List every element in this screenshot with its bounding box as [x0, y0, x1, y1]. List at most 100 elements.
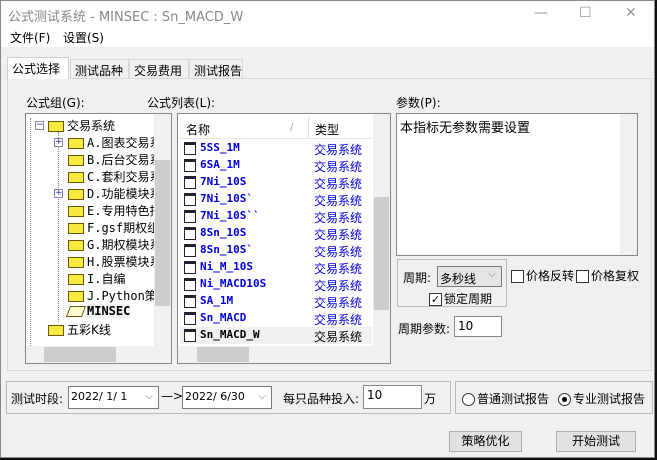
- expand-icon[interactable]: +: [54, 189, 63, 198]
- tree-node-color-kline[interactable]: 五彩K线: [48, 321, 111, 338]
- tree-node[interactable]: D.功能模块系: [68, 185, 161, 202]
- tree-node[interactable]: G.期权模块系: [68, 236, 161, 253]
- formula-type: 交易系统: [314, 279, 363, 293]
- column-header-name[interactable]: 名称: [186, 121, 210, 138]
- formula-icon: [184, 159, 196, 172]
- tree-node[interactable]: C.套利交易系: [68, 168, 161, 185]
- list-item[interactable]: SA_1M 交易系统: [180, 293, 372, 310]
- lock-period-checkbox[interactable]: ✓ 锁定周期: [429, 290, 492, 307]
- list-item[interactable]: 7Ni_10S`` 交易系统: [180, 208, 372, 225]
- formula-icon: [184, 142, 196, 155]
- invest-input[interactable]: 10: [363, 385, 422, 409]
- list-item[interactable]: 5SS_1M 交易系统: [180, 140, 372, 157]
- folder-icon: [68, 172, 84, 183]
- window-title: 公式测试系统 - MINSEC : Sn_MACD_W: [8, 10, 244, 25]
- formula-name: 8Sn_10S: [200, 226, 247, 239]
- collapse-icon[interactable]: −: [35, 121, 44, 130]
- column-header-type[interactable]: 类型: [315, 121, 339, 138]
- sort-indicator-icon: /: [290, 122, 294, 133]
- tree-node[interactable]: F.gsf期权组: [68, 219, 159, 236]
- formula-name: 6SA_1M: [200, 158, 240, 171]
- tree-node[interactable]: E.专用特色指: [68, 202, 161, 219]
- list-horizontal-scrollbar[interactable]: [178, 346, 390, 363]
- chevron-down-icon: ⌵: [145, 391, 153, 402]
- tab-test-report[interactable]: 测试报告: [189, 59, 243, 79]
- tree-node[interactable]: H.股票模块系: [68, 253, 161, 270]
- close-button[interactable]: ✕: [625, 5, 637, 21]
- chevron-down-icon: ⌵: [488, 269, 496, 280]
- period-param-input[interactable]: 10: [454, 316, 502, 337]
- period-param-label: 周期参数:: [398, 322, 451, 336]
- scroll-thumb[interactable]: [155, 160, 170, 306]
- tab-formula-select[interactable]: 公式选择: [7, 57, 69, 79]
- scroll-thumb[interactable]: [197, 347, 249, 362]
- tree-node-trading-system[interactable]: 交易系统: [48, 117, 115, 134]
- formula-name: Ni_M_10S: [200, 260, 253, 273]
- title-bar: 公式测试系统 - MINSEC : Sn_MACD_W — ☐ ✕: [1, 1, 654, 27]
- checkbox-icon: [511, 270, 524, 283]
- tree-node[interactable]: B.后台交易系: [68, 151, 161, 168]
- formula-icon: [184, 227, 196, 240]
- tab-test-symbols[interactable]: 测试品种: [70, 59, 129, 79]
- folder-icon: [48, 325, 64, 336]
- formula-name: Ni_MACD10S: [200, 277, 267, 290]
- tree-horizontal-scrollbar[interactable]: [26, 346, 171, 363]
- list-vertical-scrollbar[interactable]: [373, 114, 390, 346]
- tree-vertical-scrollbar[interactable]: [154, 114, 171, 346]
- tree-node-minsec[interactable]: MINSEC: [65, 304, 131, 321]
- start-test-button[interactable]: 开始测试: [556, 431, 636, 452]
- maximize-button[interactable]: ☐: [579, 5, 592, 21]
- params-textarea[interactable]: 本指标无参数需要设置: [396, 113, 638, 256]
- formula-name: 7Ni_10S``: [200, 209, 260, 222]
- list-item[interactable]: Ni_M_10S 交易系统: [180, 259, 372, 276]
- formula-type: 交易系统: [314, 143, 363, 157]
- pro-report-radio[interactable]: 专业测试报告: [558, 390, 645, 407]
- menu-settings[interactable]: 设置(S): [63, 29, 104, 46]
- scroll-thumb[interactable]: [374, 197, 389, 310]
- list-item[interactable]: 7Ni_10S` 交易系统: [180, 191, 372, 208]
- price-adjust-checkbox[interactable]: 价格复权: [576, 267, 639, 284]
- formula-icon: [184, 176, 196, 189]
- formula-icon: [184, 210, 196, 223]
- folder-icon: [68, 274, 84, 285]
- list-item[interactable]: Sn_MACD_W 交易系统: [180, 327, 372, 344]
- scroll-thumb[interactable]: [44, 347, 116, 362]
- list-item[interactable]: 7Ni_10S 交易系统: [180, 174, 372, 191]
- optimize-button[interactable]: 策略优化: [449, 431, 522, 452]
- main-window: 公式测试系统 - MINSEC : Sn_MACD_W — ☐ ✕ 文件(F) …: [0, 0, 655, 458]
- menu-bar: 文件(F) 设置(S): [1, 27, 654, 47]
- formula-type: 交易系统: [314, 211, 363, 225]
- start-date-picker[interactable]: 2022/ 1/ 1 ⌵: [68, 386, 159, 409]
- list-item[interactable]: Ni_MACD10S 交易系统: [180, 276, 372, 293]
- formula-name: 7Ni_10S: [200, 175, 247, 188]
- chevron-down-icon: ⌵: [258, 391, 266, 402]
- tree-node[interactable]: I.自编: [68, 270, 125, 287]
- tree-node[interactable]: A.图表交易系: [68, 134, 161, 151]
- menu-file[interactable]: 文件(F): [10, 29, 50, 46]
- formula-type: 交易系统: [314, 245, 363, 259]
- list-item[interactable]: 8Sn_10S 交易系统: [180, 225, 372, 242]
- params-label: 参数(P):: [396, 96, 441, 110]
- list-item[interactable]: 8Sn_10S` 交易系统: [180, 242, 372, 259]
- radio-icon: [462, 393, 475, 406]
- folder-icon: [68, 155, 84, 166]
- formula-group-label: 公式组(G):: [26, 96, 85, 110]
- expand-icon[interactable]: +: [54, 138, 63, 147]
- price-reverse-checkbox[interactable]: 价格反转: [511, 267, 574, 284]
- normal-report-radio[interactable]: 普通测试报告: [462, 390, 549, 407]
- formula-icon: [184, 312, 196, 325]
- period-select[interactable]: 多秒线 ⌵: [437, 266, 502, 287]
- formula-type: 交易系统: [314, 194, 363, 208]
- checkbox-icon: [576, 270, 589, 283]
- list-item[interactable]: 6SA_1M 交易系统: [180, 157, 372, 174]
- period-label: 周期:: [403, 271, 432, 285]
- end-date-picker[interactable]: 2022/ 6/30 ⌵: [182, 386, 272, 409]
- list-item[interactable]: Sn_MACD 交易系统: [180, 310, 372, 327]
- params-scrollbar[interactable]: [620, 114, 637, 255]
- minimize-button[interactable]: —: [534, 5, 548, 21]
- folder-icon: [68, 206, 84, 217]
- formula-list[interactable]: 名称 / 类型 5SS_1M 交易系统 6SA_1M 交易系统 7Ni_10S 交易系统 7…: [177, 113, 391, 364]
- formula-icon: [184, 244, 196, 257]
- tab-trade-fees[interactable]: 交易费用: [129, 59, 189, 79]
- formula-group-tree[interactable]: − 交易系统 + + A.图表交易系 B.后台交易系 C.套利交易系 D.功能模…: [25, 113, 172, 364]
